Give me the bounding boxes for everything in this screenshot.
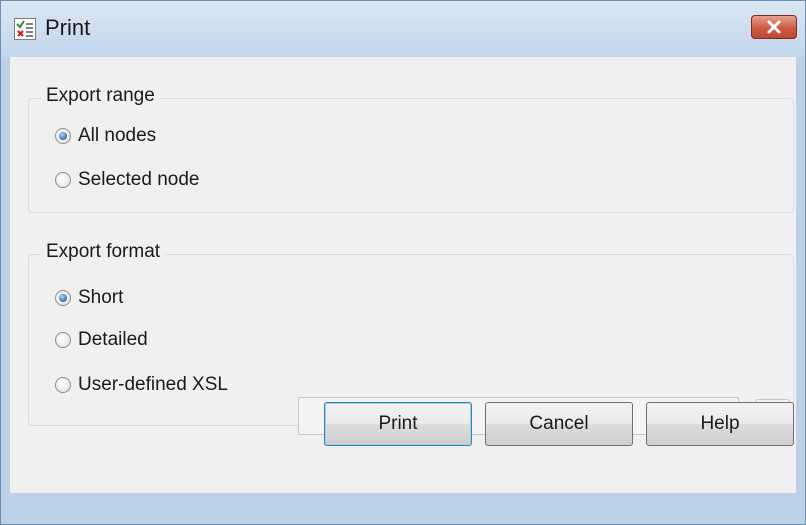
all-nodes-label: All nodes — [78, 125, 157, 146]
radio-indicator[interactable] — [55, 332, 71, 348]
radio-indicator[interactable] — [55, 377, 71, 393]
selected-node-label: Selected node — [78, 169, 200, 190]
document-checklist-icon — [14, 18, 36, 40]
all-nodes-radio[interactable]: All nodes — [55, 123, 156, 149]
title-bar[interactable]: Print — [1, 1, 805, 57]
short-label: Short — [78, 287, 124, 308]
user-defined-xsl-radio[interactable]: User-defined XSL — [55, 372, 228, 398]
detailed-label: Detailed — [78, 329, 148, 350]
print-dialog: Print Export range All nodes Selected no… — [0, 0, 806, 525]
help-button[interactable]: Help — [646, 402, 794, 446]
cancel-button[interactable]: Cancel — [485, 402, 633, 446]
radio-indicator[interactable] — [55, 128, 71, 144]
export-range-title: Export range — [41, 85, 160, 107]
export-range-group: Export range All nodes Selected node — [28, 85, 794, 213]
detailed-radio[interactable]: Detailed — [55, 327, 148, 353]
close-x-icon — [767, 20, 781, 34]
radio-indicator[interactable] — [55, 172, 71, 188]
user-defined-xsl-label: User-defined XSL — [78, 374, 228, 395]
selected-node-radio[interactable]: Selected node — [55, 167, 200, 193]
radio-indicator[interactable] — [55, 290, 71, 306]
export-format-group: Export format Short Detailed User-define… — [28, 241, 794, 435]
print-button[interactable]: Print — [324, 402, 472, 446]
window-title: Print — [45, 15, 91, 40]
close-button[interactable] — [751, 15, 797, 39]
short-radio[interactable]: Short — [55, 285, 123, 311]
export-format-title: Export format — [41, 241, 166, 263]
